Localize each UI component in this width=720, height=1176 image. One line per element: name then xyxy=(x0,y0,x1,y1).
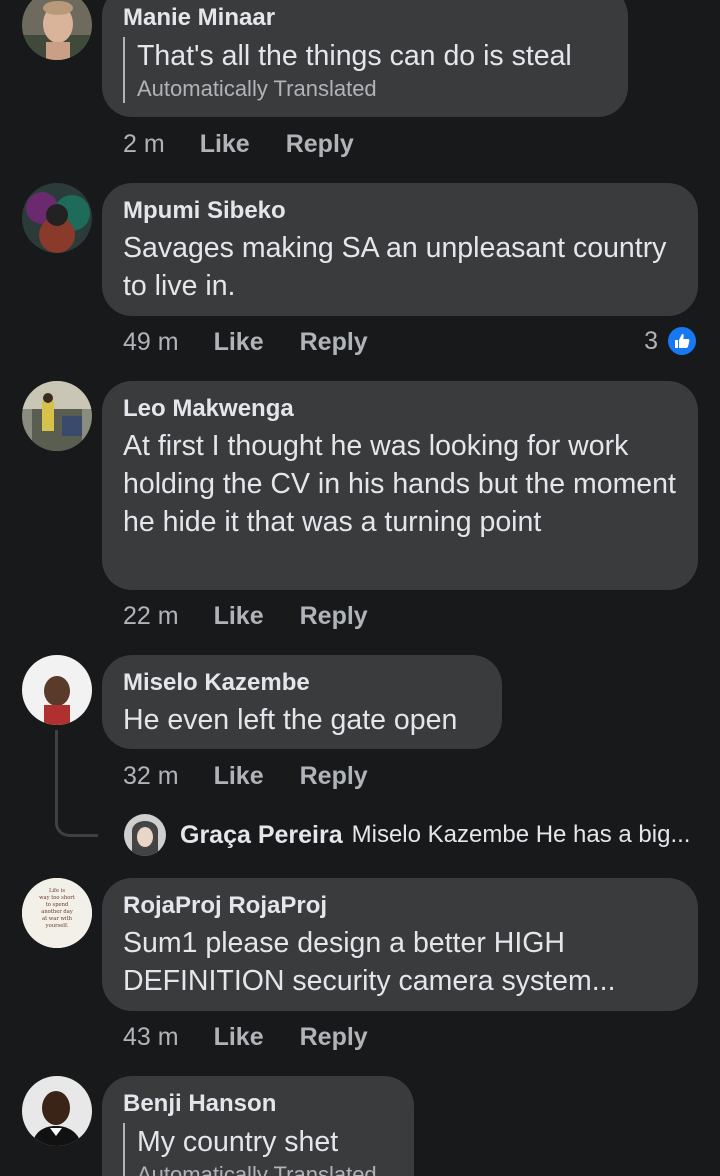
comment-time[interactable]: 22 m xyxy=(123,602,179,631)
comments-thread: Manie Minaar That's all the things can d… xyxy=(0,0,720,1176)
comment-author[interactable]: Mpumi Sibeko xyxy=(123,196,676,226)
comment-bubble: Miselo Kazembe He even left the gate ope… xyxy=(102,655,502,749)
avatar-photo xyxy=(22,183,92,253)
reply-thread-line xyxy=(55,730,98,837)
reply-button[interactable]: Reply xyxy=(300,602,368,631)
comment-time[interactable]: 49 m xyxy=(123,328,179,357)
comment-author[interactable]: Benji Hanson xyxy=(123,1089,392,1119)
reply-button[interactable]: Reply xyxy=(286,130,354,159)
comment-bubble: RojaProj RojaProj Sum1 please design a b… xyxy=(102,878,698,1011)
comment-author[interactable]: Manie Minaar xyxy=(123,3,606,33)
svg-text:at war with: at war with xyxy=(42,916,73,922)
avatar-photo xyxy=(22,0,92,60)
translated-block: That's all the things can do is steal Au… xyxy=(123,37,606,103)
like-button[interactable]: Like xyxy=(214,762,264,791)
comment-actions: 49 m Like Reply xyxy=(123,328,404,357)
comment-bubble: Leo Makwenga At first I thought he was l… xyxy=(102,381,698,590)
reply-snippet[interactable]: Miselo Kazembe He has a big... xyxy=(352,821,691,849)
comment-text: Sum1 please design a better HIGH DEFINIT… xyxy=(123,927,616,997)
avatar-photo xyxy=(22,381,92,451)
comment-text: That's all the things can do is steal xyxy=(137,40,572,72)
svg-text:way too short: way too short xyxy=(39,895,76,901)
avatar[interactable]: Life is way too short to spend another d… xyxy=(22,878,92,948)
avatar-photo xyxy=(124,814,166,856)
comment-time[interactable]: 32 m xyxy=(123,762,179,791)
comment-actions: 2 m Like Reply xyxy=(123,130,390,159)
avatar-photo xyxy=(22,1076,92,1146)
comment-author[interactable]: Miselo Kazembe xyxy=(123,668,480,698)
comment-text: He even left the gate open xyxy=(123,704,458,736)
comment-actions: 32 m Like Reply xyxy=(123,762,404,791)
avatar[interactable] xyxy=(22,0,92,60)
comment-author[interactable]: Leo Makwenga xyxy=(123,394,676,424)
reply-button[interactable]: Reply xyxy=(300,1023,368,1052)
comment-text: My country shet xyxy=(137,1126,339,1158)
comment-bubble: Benji Hanson My country shet Automatical… xyxy=(102,1076,414,1176)
like-button[interactable]: Like xyxy=(214,1023,264,1052)
comment-bubble: Manie Minaar That's all the things can d… xyxy=(102,0,628,117)
reply-author[interactable]: Graça Pereira xyxy=(180,821,343,850)
avatar-photo: Life is way too short to spend another d… xyxy=(22,878,92,948)
reaction-summary[interactable]: 3 xyxy=(644,325,698,357)
like-button[interactable]: Like xyxy=(214,602,264,631)
translated-block: My country shet Automatically Translated xyxy=(123,1123,392,1176)
like-icon xyxy=(666,325,698,357)
translated-label[interactable]: Automatically Translated xyxy=(137,75,606,103)
like-button[interactable]: Like xyxy=(214,328,264,357)
svg-text:to spend: to spend xyxy=(46,902,69,908)
reaction-count: 3 xyxy=(644,326,658,355)
like-button[interactable]: Like xyxy=(200,130,250,159)
comment-actions: 43 m Like Reply xyxy=(123,1023,404,1052)
avatar[interactable] xyxy=(22,655,92,725)
svg-text:Life is: Life is xyxy=(49,888,65,894)
comment-actions: 22 m Like Reply xyxy=(123,602,404,631)
comment-time[interactable]: 2 m xyxy=(123,130,165,159)
reply-button[interactable]: Reply xyxy=(300,328,368,357)
svg-text:another day: another day xyxy=(41,909,73,915)
avatar[interactable] xyxy=(22,1076,92,1146)
avatar-photo xyxy=(22,655,92,725)
reply-preview[interactable]: Graça Pereira Miselo Kazembe He has a bi… xyxy=(124,814,690,856)
comment-bubble: Mpumi Sibeko Savages making SA an unplea… xyxy=(102,183,698,316)
avatar[interactable] xyxy=(22,381,92,451)
comment-text: At first I thought he was looking for wo… xyxy=(123,430,676,538)
comment-author[interactable]: RojaProj RojaProj xyxy=(123,891,676,921)
avatar[interactable] xyxy=(22,183,92,253)
comment-text: Savages making SA an unpleasant country … xyxy=(123,232,667,302)
reply-button[interactable]: Reply xyxy=(300,762,368,791)
svg-text:yourself.: yourself. xyxy=(45,923,69,929)
comment-time[interactable]: 43 m xyxy=(123,1023,179,1052)
avatar[interactable] xyxy=(124,814,166,856)
translated-label[interactable]: Automatically Translated xyxy=(137,1161,392,1176)
